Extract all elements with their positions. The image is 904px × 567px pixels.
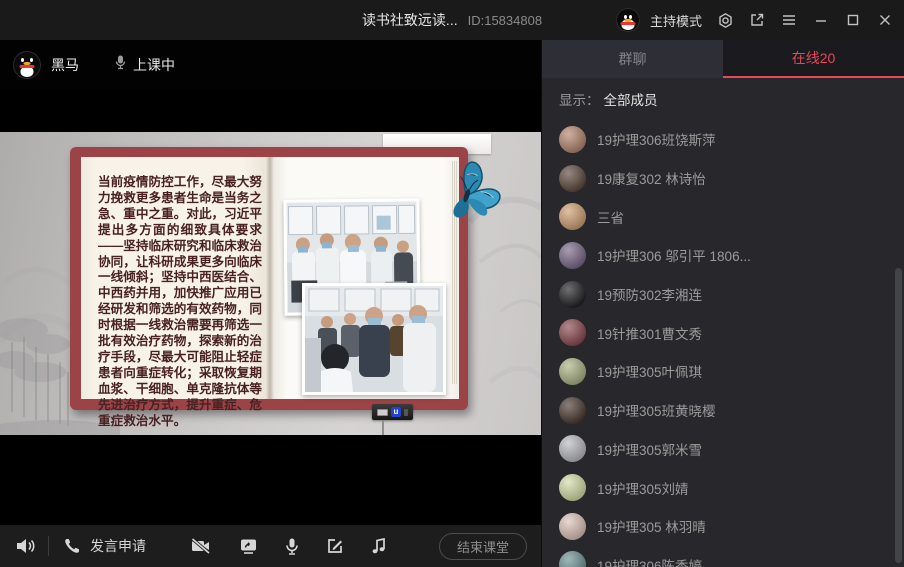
titlebar: 读书社致远读... ID:15834808 主持模式 [0, 0, 904, 40]
sidebar: 群聊 在线20 显示： 全部成员 19护理306班饶斯萍 19康复302 林诗怡… [541, 40, 904, 567]
menu-icon[interactable] [780, 11, 798, 29]
member-avatar [559, 165, 586, 192]
app-window: 读书社致远读... ID:15834808 主持模式 [0, 0, 904, 567]
scrollbar-thumb[interactable] [895, 268, 902, 563]
maximize-icon[interactable] [844, 11, 862, 29]
window-title: 读书社致远读... [362, 10, 458, 30]
member-name: 19护理306班饶斯萍 [597, 129, 716, 149]
member-name: 19护理305叶佩琪 [597, 361, 702, 381]
bottom-toolbar: 发言申请 [0, 525, 541, 567]
member-avatar [559, 126, 586, 153]
sidebar-tabs: 群聊 在线20 [542, 40, 904, 78]
member-name: 19护理305班黄晓樱 [597, 400, 716, 420]
member-row[interactable]: 19护理305刘婧 [542, 468, 904, 507]
member-avatar [559, 435, 586, 462]
photo-lab-visit [302, 283, 446, 395]
open-external-icon[interactable] [748, 11, 766, 29]
member-row[interactable]: 19针推301曹文秀 [542, 313, 904, 352]
member-avatar [559, 358, 586, 385]
mini-player-u-icon[interactable]: u [391, 407, 401, 417]
speaker-volume-icon[interactable] [14, 536, 36, 556]
book-left-page: 当前疫情防控工作，尽最大努力挽救更多患者生命是当务之急、重中之重。对此，习近平提… [81, 157, 270, 399]
host-avatar[interactable] [616, 8, 640, 32]
filter-value-all-members[interactable]: 全部成员 [604, 89, 658, 109]
microphone-icon[interactable] [285, 537, 299, 556]
mini-player-stand [382, 420, 384, 435]
tab-group-chat[interactable]: 群聊 [542, 40, 723, 78]
member-avatar [559, 397, 586, 424]
mic-status-icon [115, 55, 126, 75]
member-list[interactable]: 19护理306班饶斯萍 19康复302 林诗怡 三省 19护理306 邬引平 1… [542, 120, 904, 567]
member-avatar [559, 474, 586, 501]
member-name: 三省 [597, 207, 624, 227]
member-filter-row: 显示： 全部成员 [542, 78, 904, 120]
member-row[interactable]: 19护理305班黄晓樱 [542, 391, 904, 430]
member-avatar [559, 513, 586, 540]
member-name: 19护理305刘婧 [597, 478, 689, 498]
member-row[interactable]: 19护理305郭米雪 [542, 430, 904, 469]
member-avatar [559, 319, 586, 346]
mini-player-bar[interactable]: u [372, 404, 413, 420]
member-name: 19护理305 林羽晴 [597, 516, 706, 536]
member-avatar [559, 281, 586, 308]
member-name: 19针推301曹文秀 [597, 323, 702, 343]
member-name: 19预防302李湘连 [597, 284, 702, 304]
settings-gear-icon[interactable] [716, 11, 734, 29]
presenter-name: 黑马 [51, 55, 79, 75]
member-row[interactable]: 19护理306班饶斯萍 [542, 120, 904, 159]
mini-player-handle-icon[interactable] [404, 409, 408, 416]
filter-label: 显示： [559, 89, 600, 109]
video-area: 黑马 上课中 [0, 40, 541, 567]
end-class-button[interactable]: 结束课堂 [439, 533, 527, 560]
mini-player-screen-icon[interactable] [377, 409, 388, 416]
member-avatar [559, 551, 586, 567]
tab-online-members[interactable]: 在线20 [723, 40, 904, 78]
member-name: 19康复302 林诗怡 [597, 168, 706, 188]
screen-share-icon[interactable] [239, 537, 258, 555]
host-mode-label[interactable]: 主持模式 [650, 11, 702, 30]
member-row[interactable]: 19护理305 林羽晴 [542, 507, 904, 546]
minimize-icon[interactable] [812, 11, 830, 29]
member-row[interactable]: 19护理306 邬引平 1806... [542, 236, 904, 275]
member-row[interactable]: 19护理305叶佩琪 [542, 352, 904, 391]
room-id: ID:15834808 [468, 13, 542, 28]
member-name: 19护理305郭米雪 [597, 439, 702, 459]
toolbar-divider [48, 536, 49, 556]
presenter-bar: 黑马 上课中 [0, 40, 541, 90]
camera-off-icon[interactable] [190, 537, 212, 555]
speak-request-label: 发言申请 [90, 536, 146, 556]
member-row[interactable]: 19预防302李湘连 [542, 275, 904, 314]
member-avatar [559, 203, 586, 230]
open-book: 当前疫情防控工作，尽最大努力挽救更多患者生命是当务之急、重中之重。对此，习近平提… [70, 147, 468, 410]
music-icon[interactable] [371, 537, 387, 555]
member-row[interactable]: 19康复302 林诗怡 [542, 159, 904, 198]
member-name: 19护理306陈香婷 [597, 555, 702, 567]
class-status-label: 上课中 [133, 55, 175, 75]
book-paragraph: 当前疫情防控工作，尽最大努力挽救更多患者生命是当务之急、重中之重。对此，习近平提… [98, 175, 262, 430]
member-name: 19护理306 邬引平 1806... [597, 245, 751, 265]
presenter-avatar[interactable] [13, 51, 41, 79]
member-avatar [559, 242, 586, 269]
member-row[interactable]: 19护理306陈香婷 [542, 546, 904, 567]
speak-request-button[interactable]: 发言申请 [63, 536, 146, 556]
courseware-slide: 当前疫情防控工作，尽最大努力挽救更多患者生命是当务之急、重中之重。对此，习近平提… [0, 132, 541, 435]
whiteboard-edit-icon[interactable] [326, 537, 344, 555]
butterfly-decoration [428, 154, 510, 230]
member-row[interactable]: 三省 [542, 197, 904, 236]
close-icon[interactable] [876, 11, 894, 29]
book-spine [266, 157, 274, 399]
